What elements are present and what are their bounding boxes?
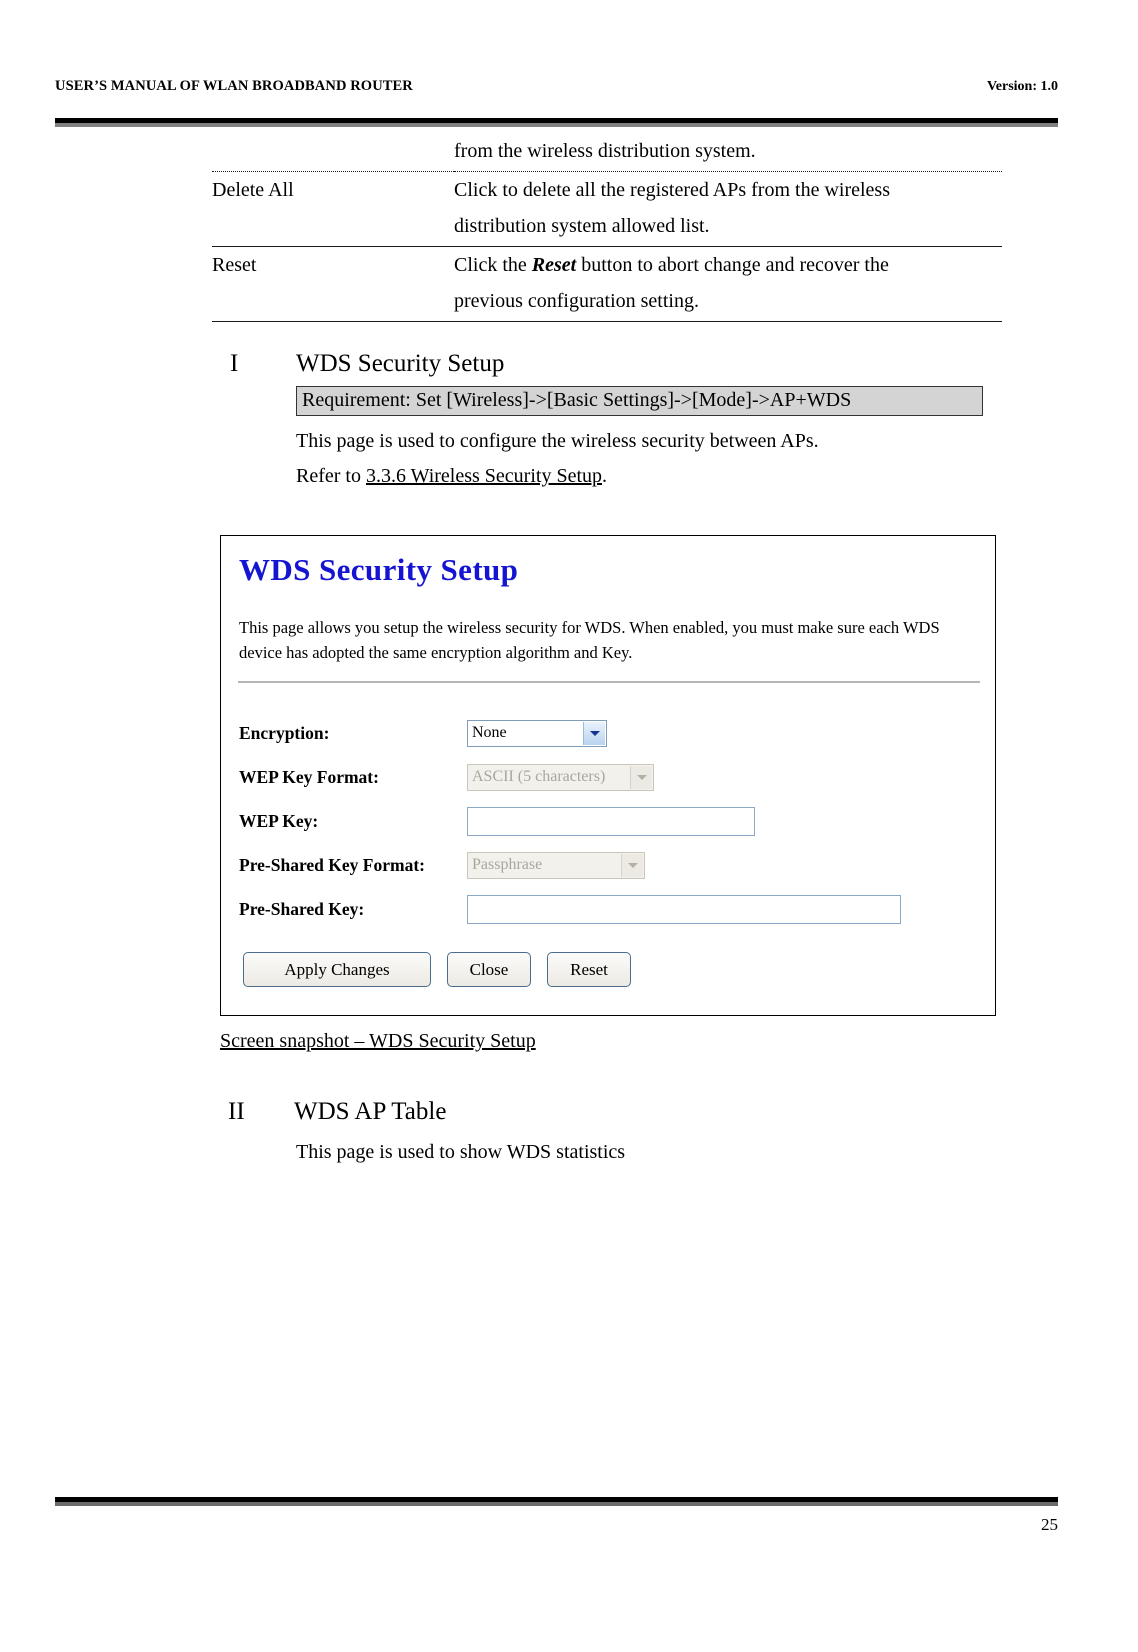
router-ui-screenshot: WDS Security Setup This page allows you … [220,535,996,1016]
section-one-title: WDS Security Setup [296,350,505,377]
desc-line-2: previous configuration setting. [454,290,699,312]
wep-key-format-select: ASCII (5 characters) [467,763,654,791]
wds-security-form: Encryption: None WEP Key Format: ASCII (… [239,711,981,931]
encryption-label: Encryption: [239,722,330,743]
router-button-row: Apply Changes Close Reset [243,952,631,987]
requirement-box: Requirement: Set [Wireless]->[Basic Sett… [296,386,983,416]
table-cell-desc: Click the Reset button to abort change a… [454,246,1002,322]
wep-key-input[interactable] [467,806,755,836]
wep-key-label: WEP Key: [239,810,319,831]
desc-line-1: Click to delete all the registered APs f… [454,179,890,201]
page-header: USER’S MANUAL OF WLAN BROADBAND ROUTER V… [55,78,1058,95]
chevron-down-icon [630,765,652,789]
table-cell-term [212,133,454,172]
screenshot-caption: Screen snapshot – WDS Security Setup [220,1030,536,1052]
wep-key-format-label: WEP Key Format: [239,766,379,787]
section-one-body-line-1: This page is used to configure the wirel… [296,430,819,452]
refer-to-label: Refer to [296,465,366,487]
header-version: Version: 1.0 [986,79,1058,94]
apply-changes-button[interactable]: Apply Changes [243,952,431,987]
header-rule-gray [55,123,1058,127]
header-rule [55,118,1058,127]
document-page: USER’S MANUAL OF WLAN BROADBAND ROUTER V… [0,0,1138,1652]
table-cell-term: Reset [212,246,454,322]
form-row-encryption: Encryption: None [239,711,981,755]
form-row-pre-shared-key-format: Pre-Shared Key Format: Passphrase [239,843,981,887]
router-page-description: This page allows you setup the wireless … [239,618,940,662]
encryption-select[interactable]: None [467,719,607,747]
form-row-wep-key: WEP Key: [239,799,981,843]
section-heading-two: II WDS AP Table [228,1098,446,1126]
desc-line-1-pre: Click the [454,254,532,276]
router-divider [238,681,980,683]
pre-shared-key-input[interactable] [467,894,901,924]
router-page-title: WDS Security Setup [239,552,519,587]
section-one-number: I [230,350,239,377]
page-number: 25 [1041,1515,1058,1534]
section-one-body-line-2: Refer to 3.3.6 Wireless Security Setup. [296,462,607,490]
section-two-title: WDS AP Table [294,1098,447,1125]
cross-reference-link[interactable]: 3.3.6 Wireless Security Setup [366,465,602,487]
wep-key-format-selected-value: ASCII (5 characters) [472,768,606,785]
form-row-pre-shared-key: Pre-Shared Key: [239,887,981,931]
pre-shared-key-format-selected-value: Passphrase [472,856,543,873]
desc-line-1-post: button to abort change and recover the [576,254,889,276]
reset-button[interactable]: Reset [547,952,631,987]
chevron-down-icon[interactable] [583,721,605,745]
close-button[interactable]: Close [447,952,531,987]
form-row-wep-key-format: WEP Key Format: ASCII (5 characters) [239,755,981,799]
encryption-selected-value: None [472,724,507,741]
definition-table: from the wireless distribution system. D… [212,133,1002,322]
table-cell-desc: Click to delete all the registered APs f… [454,171,1002,247]
table-row: Reset Click the Reset button to abort ch… [212,246,1002,322]
pre-shared-key-format-label: Pre-Shared Key Format: [239,854,425,875]
refer-to-period: . [602,465,607,487]
table-row: from the wireless distribution system. [212,133,1002,172]
section-heading-one: I WDS Security Setup [230,350,504,378]
header-manual-title: USER’S MANUAL OF WLAN BROADBAND ROUTER [55,78,413,94]
desc-line-2: distribution system allowed list. [454,215,710,237]
table-cell-term: Delete All [212,171,454,247]
chevron-down-icon [621,853,643,877]
table-cell-desc: from the wireless distribution system. [454,133,1002,172]
pre-shared-key-label: Pre-Shared Key: [239,898,365,919]
section-two-number: II [228,1098,245,1125]
table-row: Delete All Click to delete all the regis… [212,171,1002,247]
footer-rule-gray [55,1502,1058,1506]
footer-rule [55,1497,1058,1506]
pre-shared-key-format-select: Passphrase [467,851,645,879]
desc-emphasis-reset: Reset [531,254,577,276]
section-two-body-line-1: This page is used to show WDS statistics [296,1141,626,1163]
